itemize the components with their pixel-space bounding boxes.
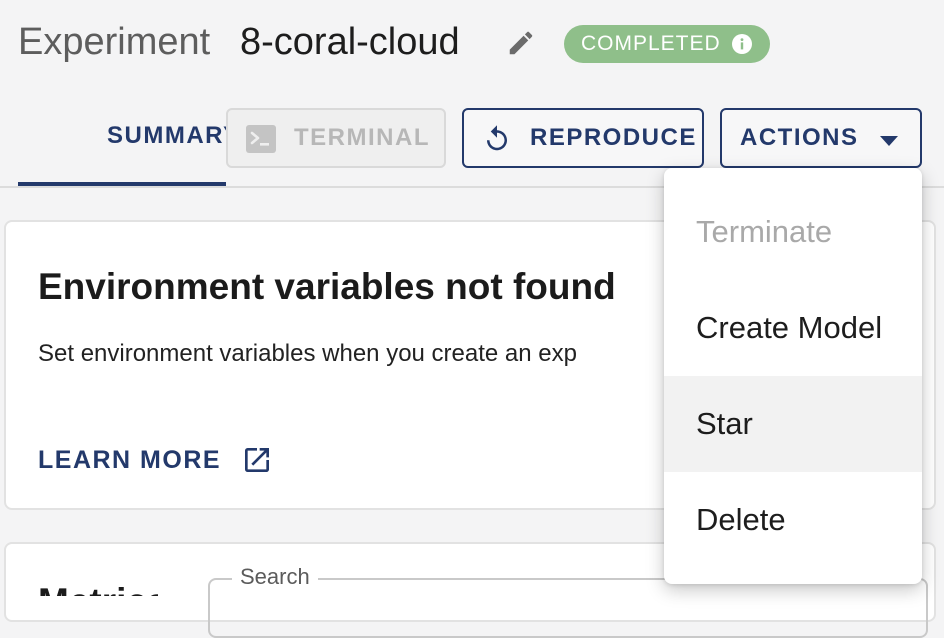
learn-more-link[interactable]: LEARN MORE [38, 444, 273, 476]
actions-button[interactable]: ACTIONS [720, 108, 922, 168]
experiment-header: Experiment 8-coral-cloud COMPLETED SUMMA… [0, 0, 944, 188]
learn-more-label: LEARN MORE [38, 445, 222, 474]
info-icon[interactable] [732, 34, 752, 54]
menu-item-label: Star [696, 406, 753, 441]
pencil-icon[interactable] [506, 28, 536, 58]
card-description: Set environment variables when you creat… [38, 340, 577, 367]
experiment-name: 8-coral-cloud [240, 21, 460, 63]
status-badge: COMPLETED [564, 25, 770, 63]
menu-item-delete[interactable]: Delete [664, 472, 922, 568]
menu-item-create-model[interactable]: Create Model [664, 280, 922, 376]
menu-item-label: Delete [696, 502, 786, 537]
caret-down-icon [880, 136, 898, 146]
search-label: Search [232, 564, 318, 590]
status-text: COMPLETED [581, 32, 721, 55]
terminal-button[interactable]: TERMINAL [226, 108, 446, 168]
metrics-title: Metrics [38, 584, 158, 596]
actions-menu: Terminate Create Model Star Delete [664, 168, 922, 584]
tab-summary-label: SUMMARY [107, 122, 226, 149]
external-link-icon [245, 448, 270, 472]
terminal-icon [246, 125, 276, 153]
reproduce-button[interactable]: REPRODUCE [462, 108, 704, 168]
card-title: Environment variables not found [38, 266, 616, 307]
experiment-label: Experiment [18, 21, 211, 63]
rotate-icon [487, 125, 507, 151]
terminal-button-label: TERMINAL [294, 124, 430, 151]
menu-item-label: Create Model [696, 310, 883, 345]
metrics-title-clip: Metrics [38, 584, 158, 596]
actions-button-label: ACTIONS [740, 124, 859, 151]
menu-item-star[interactable]: Star [664, 376, 922, 472]
tab-summary[interactable]: SUMMARY [18, 108, 226, 188]
menu-item-label: Terminate [696, 214, 833, 249]
reproduce-button-label: REPRODUCE [530, 124, 697, 151]
menu-item-terminate: Terminate [664, 184, 922, 280]
